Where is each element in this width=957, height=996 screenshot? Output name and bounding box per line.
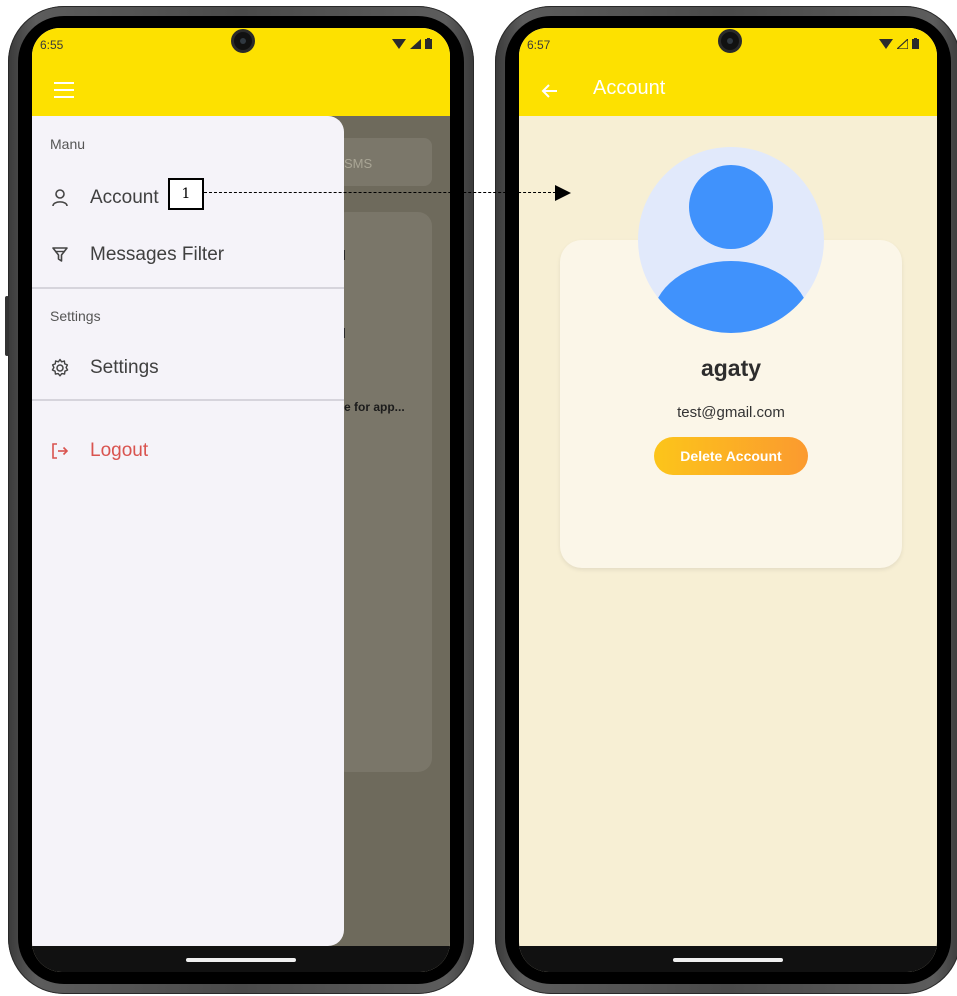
battery-icon — [425, 38, 432, 49]
status-icons — [879, 38, 919, 49]
drawer-item-label: Messages Filter — [90, 244, 225, 265]
status-icons — [392, 38, 432, 49]
gear-icon — [51, 358, 69, 377]
section-label-settings: Settings — [50, 308, 101, 324]
background-sms-chip: SMS — [332, 138, 432, 186]
camera-cutout — [718, 29, 742, 53]
drawer-divider — [32, 287, 344, 289]
system-nav-bar — [519, 946, 937, 972]
status-time: 6:55 — [40, 38, 64, 52]
battery-icon — [912, 38, 919, 49]
home-gesture-pill[interactable] — [673, 958, 783, 962]
system-nav-bar — [32, 946, 450, 972]
left-phone-frame: 6:55 SMS e for app... Manu Account Messa… — [5, 6, 474, 994]
hamburger-menu-icon[interactable] — [54, 82, 74, 98]
avatar-head — [689, 165, 773, 249]
signal-icon — [410, 38, 421, 49]
avatar-body — [652, 261, 810, 333]
drawer-screen: 6:55 SMS e for app... Manu Account Messa… — [32, 28, 450, 972]
user-email: test@gmail.com — [677, 404, 785, 421]
volume-button — [5, 296, 9, 356]
flow-arrow-head — [555, 185, 571, 201]
delete-account-button[interactable]: Delete Account — [654, 437, 808, 475]
avatar — [638, 147, 824, 333]
status-time: 6:57 — [527, 38, 551, 52]
background-chip-text: SMS — [344, 156, 373, 171]
step-marker: 1 — [168, 178, 204, 210]
logout-icon — [52, 443, 69, 459]
drawer-item-label: Account — [90, 187, 159, 208]
page-title: Account — [593, 77, 666, 99]
drawer-item-logout[interactable]: Logout — [32, 427, 344, 475]
person-icon — [52, 189, 68, 207]
home-gesture-pill[interactable] — [186, 958, 296, 962]
filter-icon — [52, 247, 68, 262]
background-card — [332, 212, 432, 772]
wifi-icon — [879, 38, 893, 49]
drawer-item-messages-filter[interactable]: Messages Filter — [32, 231, 344, 279]
right-phone-frame: 6:57 Account agaty test@gmail.com Delete… — [495, 6, 957, 994]
drawer-item-label: Settings — [90, 357, 159, 378]
back-arrow-icon[interactable] — [541, 82, 559, 100]
background-card-text: e for app... — [344, 400, 405, 414]
drawer-item-settings[interactable]: Settings — [32, 344, 344, 392]
wifi-icon — [392, 38, 406, 49]
section-label-menu: Manu — [50, 136, 86, 152]
flow-arrow-line — [204, 192, 556, 193]
navigation-drawer: Manu Account Messages Filter Settings Se… — [32, 116, 344, 946]
user-name: agaty — [700, 355, 762, 381]
drawer-divider — [32, 399, 344, 401]
drawer-item-label: Logout — [90, 440, 149, 461]
camera-cutout — [231, 29, 255, 53]
signal-icon — [897, 38, 908, 49]
account-screen: 6:57 Account agaty test@gmail.com Delete… — [519, 28, 937, 972]
